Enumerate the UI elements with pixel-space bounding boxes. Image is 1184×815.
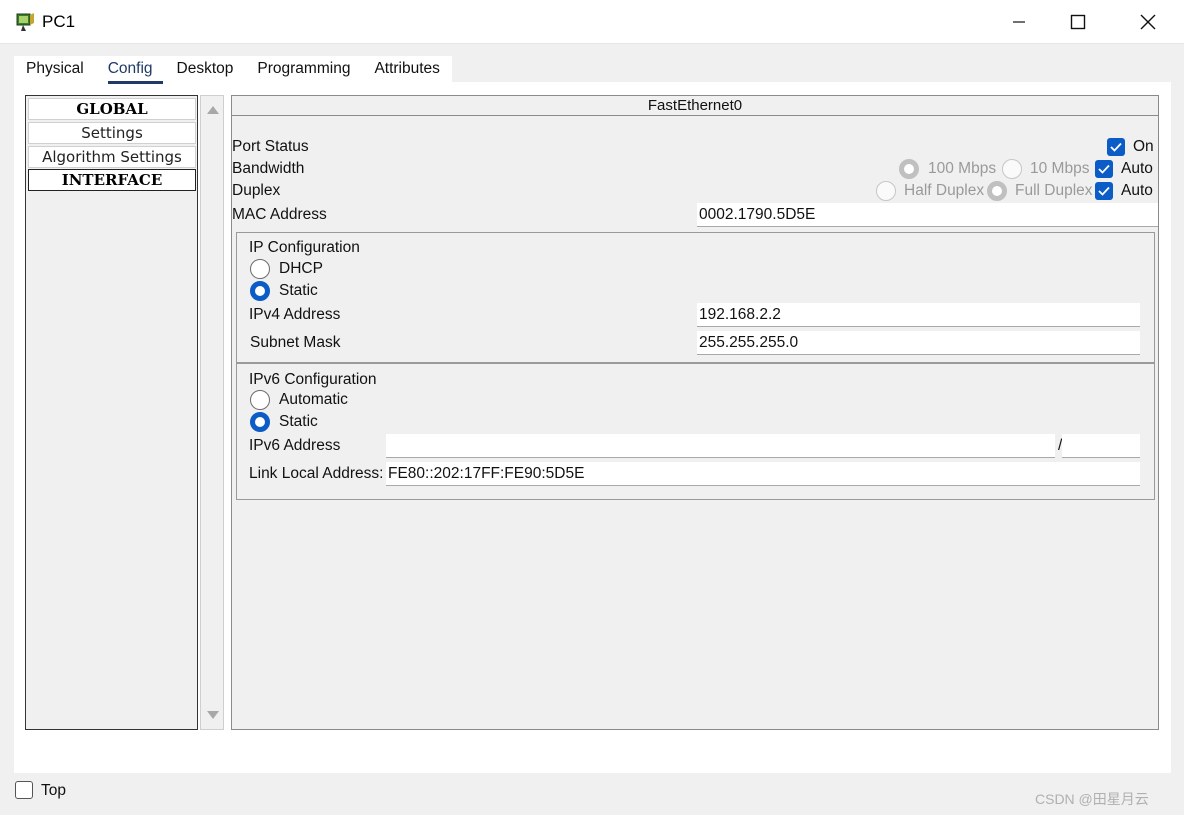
title-bar: PC1 xyxy=(0,0,1184,44)
link-local-address-label: Link Local Address: xyxy=(249,465,384,482)
ipv4-address-field[interactable]: 192.168.2.2 xyxy=(697,303,1140,327)
ipv6-address-label: IPv6 Address xyxy=(249,437,341,454)
interface-panel: FastEthernet0 Port Status On Bandwidth 1… xyxy=(231,95,1159,730)
bandwidth-100-radio[interactable] xyxy=(899,159,919,179)
mac-address-field[interactable]: 0002.1790.5D5E xyxy=(697,203,1158,227)
bandwidth-label: Bandwidth xyxy=(232,160,305,177)
scroll-up-icon[interactable] xyxy=(207,106,219,114)
minimize-icon xyxy=(1013,21,1025,23)
tab-programming[interactable]: Programming xyxy=(245,56,362,84)
ipv4-static-label: Static xyxy=(279,282,318,299)
duplex-auto-checkbox[interactable] xyxy=(1095,182,1113,200)
check-icon xyxy=(1098,186,1110,196)
duplex-label: Duplex xyxy=(232,182,281,199)
config-sidebar: GLOBAL Settings Algorithm Settings INTER… xyxy=(25,95,198,730)
pc-app-icon xyxy=(16,13,34,31)
dhcp-radio[interactable] xyxy=(250,259,270,279)
check-icon xyxy=(1110,142,1122,152)
full-duplex-label: Full Duplex xyxy=(1015,182,1093,199)
ipv6-prefix-field[interactable] xyxy=(1062,434,1140,458)
tab-physical[interactable]: Physical xyxy=(14,56,96,84)
maximize-icon xyxy=(1070,14,1086,30)
link-local-address-field[interactable]: FE80::202:17FF:FE90:5D5E xyxy=(386,462,1140,486)
bandwidth-10-radio[interactable] xyxy=(1002,159,1022,179)
close-icon xyxy=(1140,14,1156,30)
close-button[interactable] xyxy=(1113,0,1183,44)
sidebar-item-settings[interactable]: Settings xyxy=(28,122,196,144)
watermark-text: CSDN @田星月云 xyxy=(1035,791,1149,807)
tab-desktop[interactable]: Desktop xyxy=(165,56,246,84)
tab-config[interactable]: Config xyxy=(96,56,165,84)
bandwidth-auto-label: Auto xyxy=(1121,160,1153,177)
scroll-down-icon[interactable] xyxy=(207,711,219,719)
full-duplex-radio[interactable] xyxy=(987,181,1007,201)
sidebar-scrollbar[interactable] xyxy=(200,95,224,730)
interface-title: FastEthernet0 xyxy=(232,96,1158,116)
top-label: Top xyxy=(41,782,66,799)
ipv6-automatic-radio[interactable] xyxy=(250,390,270,410)
ipv4-static-radio[interactable] xyxy=(250,281,270,301)
tab-bar: Physical Config Desktop Programming Attr… xyxy=(14,56,452,84)
ipv4-config-group: IP Configuration DHCP Static IPv4 Addres… xyxy=(236,232,1155,363)
subnet-mask-field[interactable]: 255.255.255.0 xyxy=(697,331,1140,355)
sidebar-item-algorithm-settings[interactable]: Algorithm Settings xyxy=(28,146,196,168)
bandwidth-10-label: 10 Mbps xyxy=(1030,160,1090,177)
port-status-on-label: On xyxy=(1133,138,1154,155)
tab-attributes[interactable]: Attributes xyxy=(362,56,451,84)
ipv6-static-label: Static xyxy=(279,413,318,430)
dhcp-label: DHCP xyxy=(279,260,323,277)
ipv6-config-title: IPv6 Configuration xyxy=(249,371,377,388)
port-status-label: Port Status xyxy=(232,138,309,155)
bandwidth-auto-checkbox[interactable] xyxy=(1095,160,1113,178)
window-title: PC1 xyxy=(42,12,76,31)
ipv4-address-label: IPv4 Address xyxy=(249,306,341,323)
half-duplex-radio[interactable] xyxy=(876,181,896,201)
check-icon xyxy=(1098,164,1110,174)
ipv6-static-radio[interactable] xyxy=(250,412,270,432)
mac-address-label: MAC Address xyxy=(232,206,327,223)
bandwidth-100-label: 100 Mbps xyxy=(928,160,997,177)
ipv6-config-group: IPv6 Configuration Automatic Static IPv6… xyxy=(236,363,1155,500)
sidebar-item-interface[interactable]: INTERFACE xyxy=(28,169,196,191)
port-status-checkbox[interactable] xyxy=(1107,138,1125,156)
ipv6-address-field[interactable] xyxy=(386,434,1055,458)
top-checkbox[interactable] xyxy=(15,781,33,799)
ipv4-config-title: IP Configuration xyxy=(249,239,360,256)
ipv6-automatic-label: Automatic xyxy=(279,391,348,408)
duplex-auto-label: Auto xyxy=(1121,182,1153,199)
half-duplex-label: Half Duplex xyxy=(904,182,985,199)
maximize-button[interactable] xyxy=(1043,0,1113,44)
sidebar-item-global[interactable]: GLOBAL xyxy=(28,98,196,120)
subnet-mask-label: Subnet Mask xyxy=(250,334,341,351)
